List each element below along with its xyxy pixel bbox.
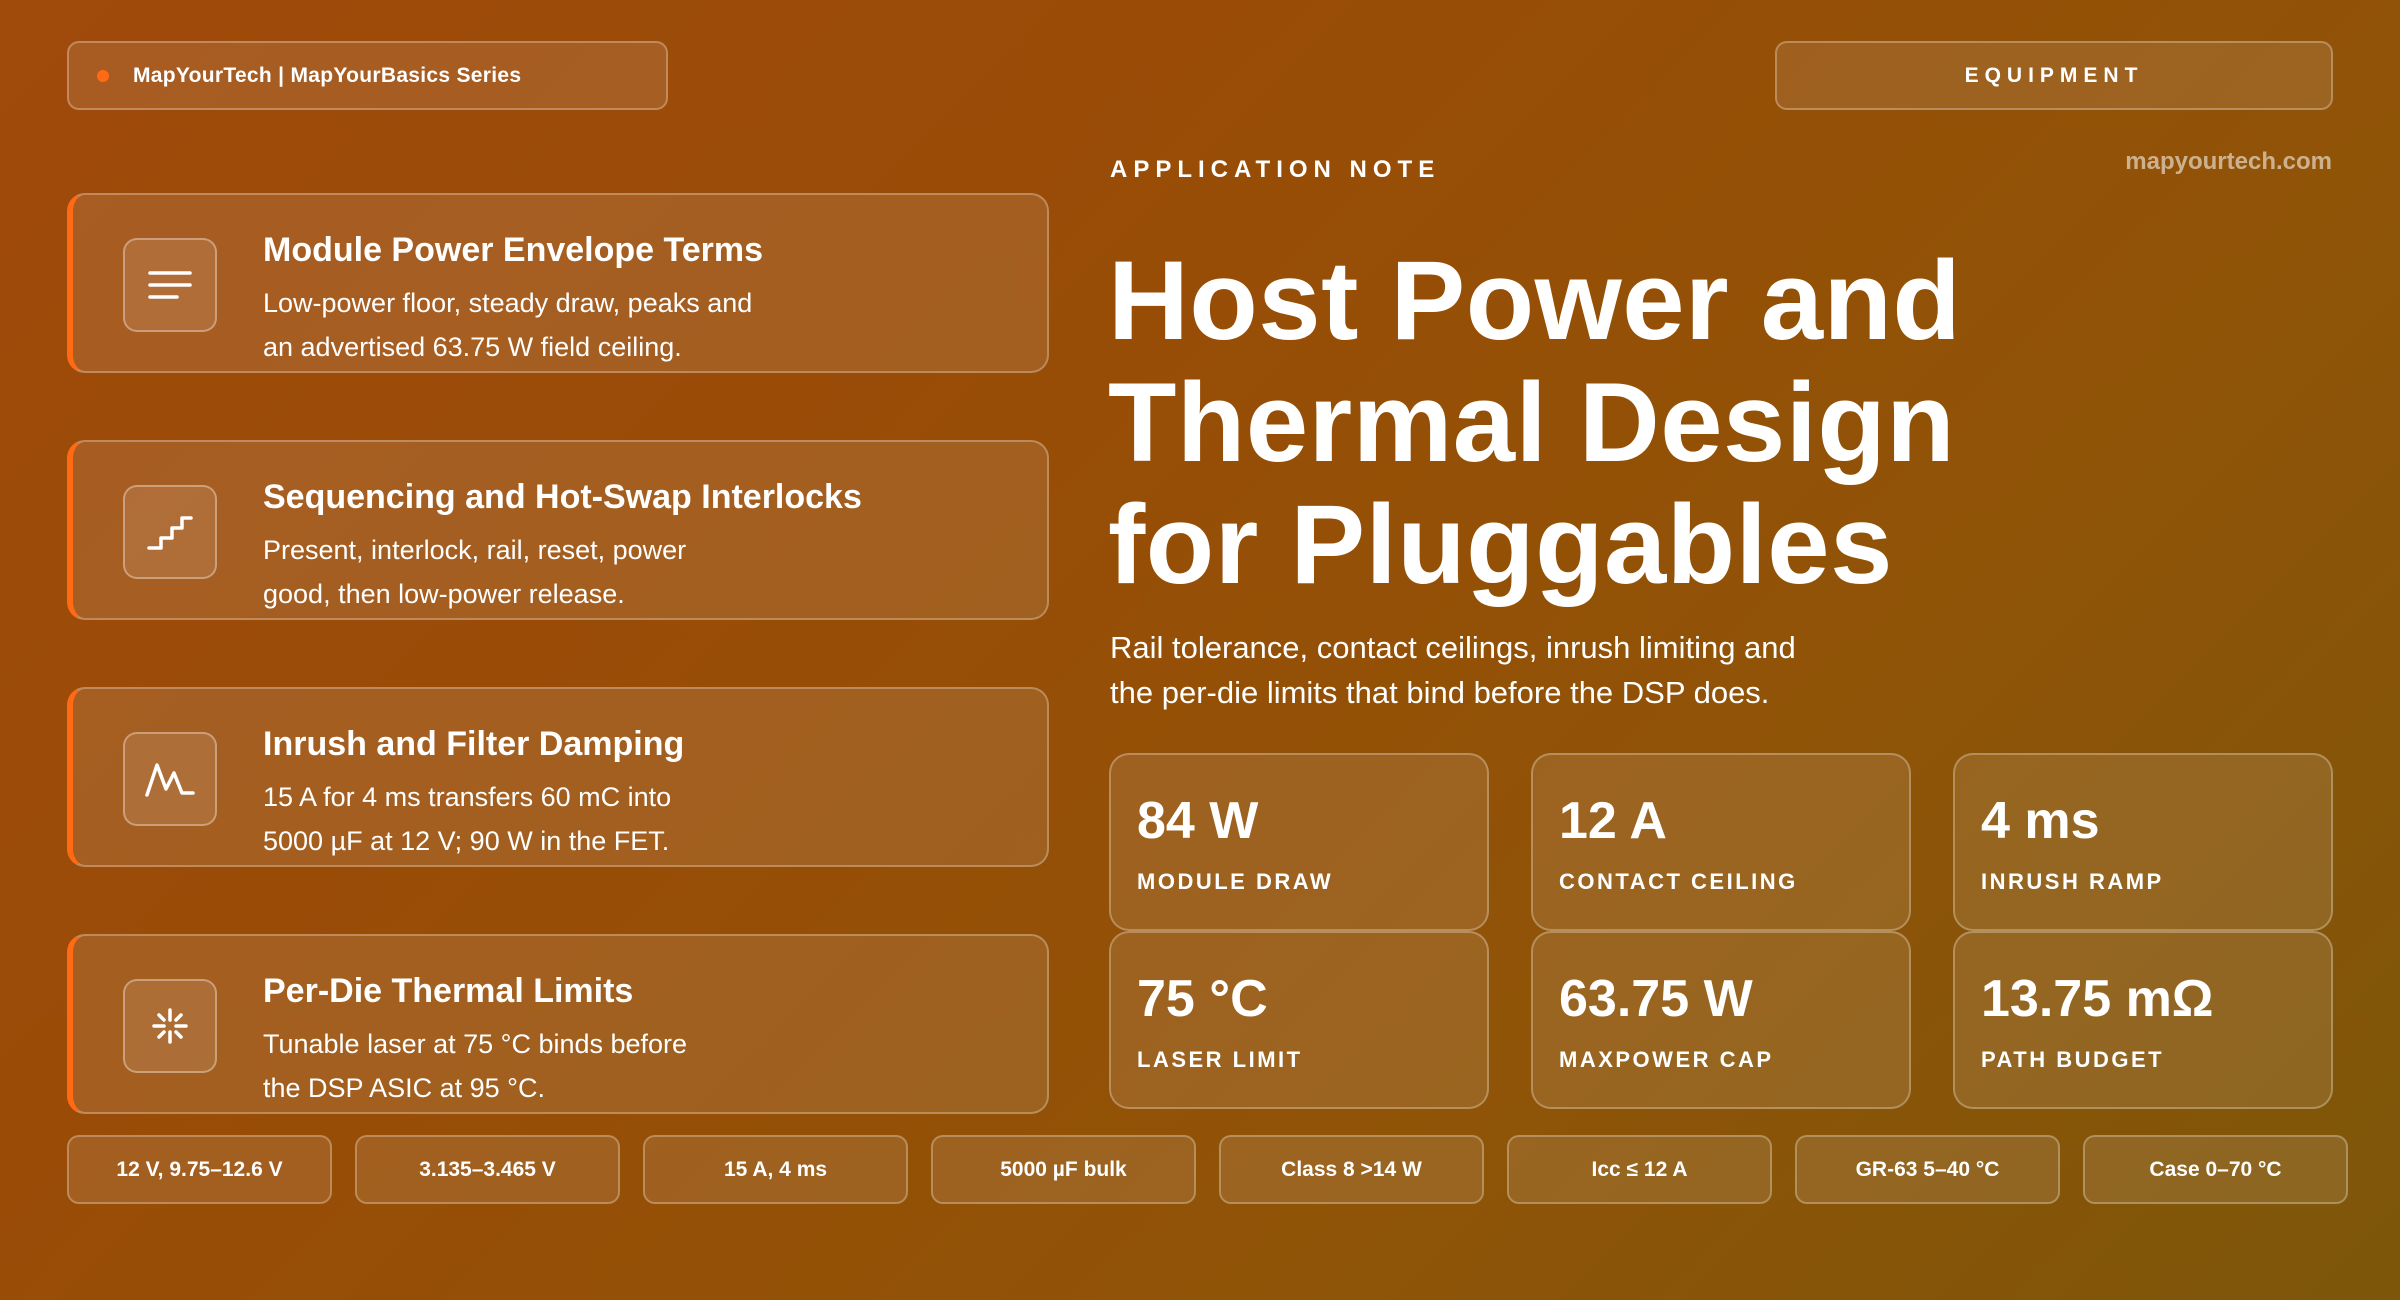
- stat-value: 63.75 W: [1559, 970, 1753, 1028]
- series-badge: MapYourTech | MapYourBasics Series: [67, 41, 668, 110]
- topic-card: Sequencing and Hot-Swap Interlocks Prese…: [67, 440, 1049, 620]
- stat-card: 4 ms INRUSH RAMP: [1953, 753, 2333, 931]
- stat-value: 13.75 mΩ: [1981, 970, 2214, 1028]
- card-description: Tunable laser at 75 °C binds before the …: [263, 1022, 823, 1110]
- title-line: Thermal Design: [1108, 360, 1956, 485]
- burst-icon: [123, 979, 217, 1073]
- card-desc-line: the DSP ASIC at 95 °C.: [263, 1073, 545, 1103]
- topic-card: Per-Die Thermal Limits Tunable laser at …: [67, 934, 1049, 1114]
- site-url: mapyourtech.com: [2125, 148, 2332, 175]
- eyebrow-label: APPLICATION NOTE: [1110, 156, 1441, 183]
- stat-card: 63.75 W MAXPOWER CAP: [1531, 931, 1911, 1109]
- stairs-icon: [123, 485, 217, 579]
- stat-card: 13.75 mΩ PATH BUDGET: [1953, 931, 2333, 1109]
- stat-label: LASER LIMIT: [1137, 1047, 1303, 1072]
- card-desc-line: good, then low-power release.: [263, 579, 625, 609]
- card-desc-line: 5000 µF at 12 V; 90 W in the FET.: [263, 826, 670, 856]
- stat-card: 84 W MODULE DRAW: [1109, 753, 1489, 931]
- card-desc-line: 15 A for 4 ms transfers 60 mC into: [263, 782, 672, 812]
- title-line: for Pluggables: [1108, 482, 1893, 607]
- subtitle-line: Rail tolerance, contact ceilings, inrush…: [1110, 630, 1796, 665]
- card-desc-line: Low-power floor, steady draw, peaks and: [263, 288, 753, 318]
- spec-chip: Case 0–70 °C: [2083, 1135, 2348, 1204]
- card-description: Present, interlock, rail, reset, power g…: [263, 528, 823, 616]
- stat-card: 12 A CONTACT CEILING: [1531, 753, 1911, 931]
- category-badge: EQUIPMENT: [1775, 41, 2333, 110]
- spec-chip: 3.135–3.465 V: [355, 1135, 620, 1204]
- lines-icon: [123, 238, 217, 332]
- spec-chip: 15 A, 4 ms: [643, 1135, 908, 1204]
- subtitle-line: the per-die limits that bind before the …: [1110, 675, 1770, 710]
- spec-chip: Class 8 >14 W: [1219, 1135, 1484, 1204]
- topic-card: Module Power Envelope Terms Low-power fl…: [67, 193, 1049, 373]
- stat-value: 12 A: [1559, 792, 1667, 850]
- stat-card: 75 °C LASER LIMIT: [1109, 931, 1489, 1109]
- card-title: Per-Die Thermal Limits: [263, 972, 634, 1010]
- title-line: Host Power and: [1108, 238, 1962, 363]
- stat-label: PATH BUDGET: [1981, 1047, 2165, 1072]
- stat-value: 75 °C: [1137, 970, 1268, 1028]
- page-title: Host Power and Thermal Design for Plugga…: [1108, 240, 2108, 606]
- stat-label: INRUSH RAMP: [1981, 869, 2164, 894]
- card-title: Module Power Envelope Terms: [263, 231, 764, 269]
- topic-card: Inrush and Filter Damping 15 A for 4 ms …: [67, 687, 1049, 867]
- card-description: Low-power floor, steady draw, peaks and …: [263, 281, 823, 369]
- series-label: MapYourTech | MapYourBasics Series: [133, 63, 522, 87]
- spec-chip: 12 V, 9.75–12.6 V: [67, 1135, 332, 1204]
- card-desc-line: Present, interlock, rail, reset, power: [263, 535, 687, 565]
- stat-label: MAXPOWER CAP: [1559, 1047, 1774, 1072]
- card-desc-line: an advertised 63.75 W field ceiling.: [263, 332, 682, 362]
- card-description: 15 A for 4 ms transfers 60 mC into 5000 …: [263, 775, 823, 863]
- card-title: Inrush and Filter Damping: [263, 725, 685, 763]
- stat-value: 4 ms: [1981, 792, 2100, 850]
- brand-dot-icon: [97, 69, 109, 82]
- stat-label: CONTACT CEILING: [1559, 869, 1798, 894]
- stat-value: 84 W: [1137, 792, 1259, 850]
- card-desc-line: Tunable laser at 75 °C binds before: [263, 1029, 688, 1059]
- waveform-icon: [123, 732, 217, 826]
- spec-chip: 5000 µF bulk: [931, 1135, 1196, 1204]
- card-title: Sequencing and Hot-Swap Interlocks: [263, 478, 862, 516]
- spec-chip: Icc ≤ 12 A: [1507, 1135, 1772, 1204]
- page-subtitle: Rail tolerance, contact ceilings, inrush…: [1110, 625, 1870, 715]
- spec-chip: GR-63 5–40 °C: [1795, 1135, 2060, 1204]
- stat-label: MODULE DRAW: [1137, 869, 1334, 894]
